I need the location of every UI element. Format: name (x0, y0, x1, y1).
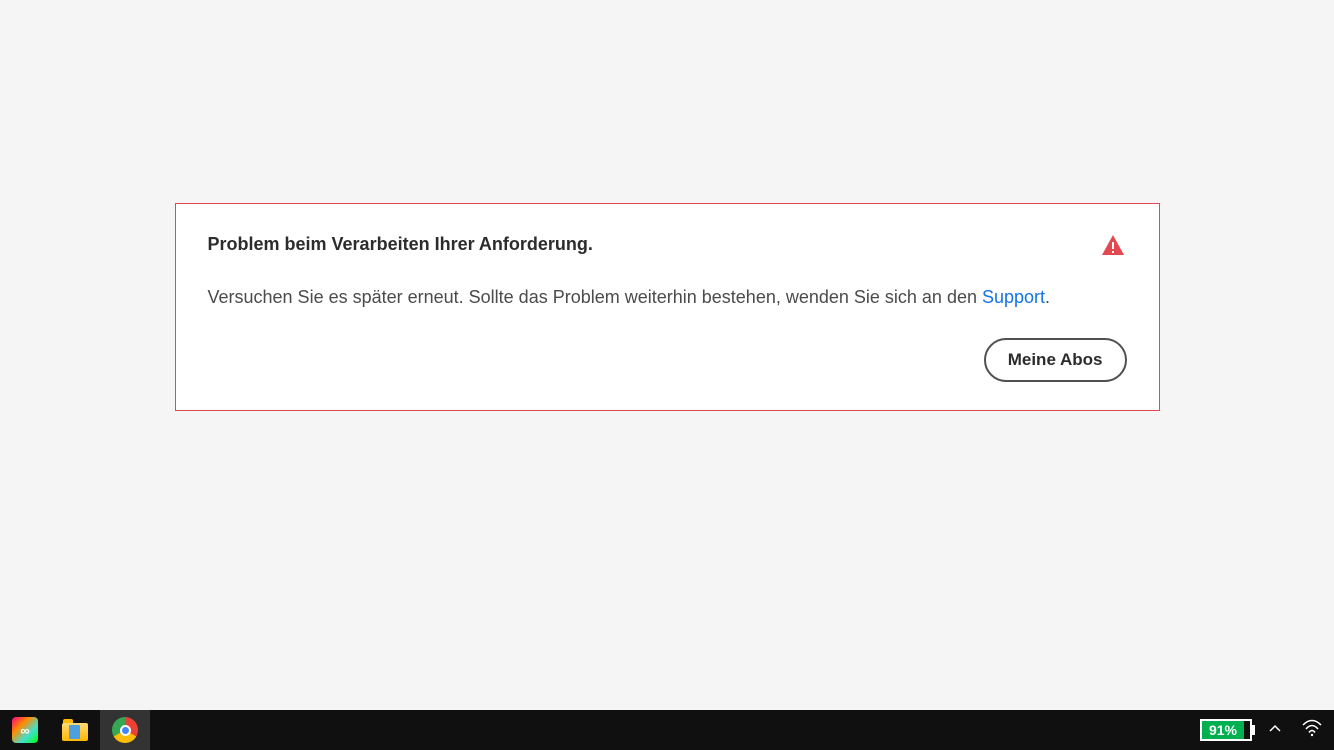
battery-indicator[interactable]: 91% (1200, 719, 1252, 741)
battery-percent: 91% (1200, 719, 1244, 741)
taskbar-app-file-explorer[interactable] (50, 710, 100, 750)
error-body-suffix: . (1045, 287, 1050, 307)
error-title: Problem beim Verarbeiten Ihrer Anforderu… (208, 234, 593, 255)
support-link[interactable]: Support (982, 287, 1045, 307)
taskbar-app-creative-cloud[interactable]: ∞ (0, 710, 50, 750)
error-alert: Problem beim Verarbeiten Ihrer Anforderu… (175, 203, 1160, 411)
taskbar-left: ∞ (0, 710, 150, 750)
warning-icon (1101, 234, 1125, 261)
file-explorer-icon (62, 719, 88, 741)
error-header: Problem beim Verarbeiten Ihrer Anforderu… (208, 234, 1127, 261)
error-body-prefix: Versuchen Sie es später erneut. Sollte d… (208, 287, 982, 307)
wifi-icon[interactable] (1298, 719, 1326, 742)
content-area: Problem beim Verarbeiten Ihrer Anforderu… (0, 0, 1334, 710)
error-body: Versuchen Sie es später erneut. Sollte d… (208, 285, 1127, 310)
taskbar-app-chrome[interactable] (100, 710, 150, 750)
button-row: Meine Abos (208, 338, 1127, 382)
taskbar: ∞ 91% (0, 710, 1334, 750)
my-subscriptions-button[interactable]: Meine Abos (984, 338, 1127, 382)
chrome-icon (112, 717, 138, 743)
battery-cap (1244, 719, 1252, 741)
creative-cloud-icon: ∞ (12, 717, 38, 743)
taskbar-right: 91% (1200, 710, 1334, 750)
tray-chevron-icon[interactable] (1264, 722, 1286, 739)
